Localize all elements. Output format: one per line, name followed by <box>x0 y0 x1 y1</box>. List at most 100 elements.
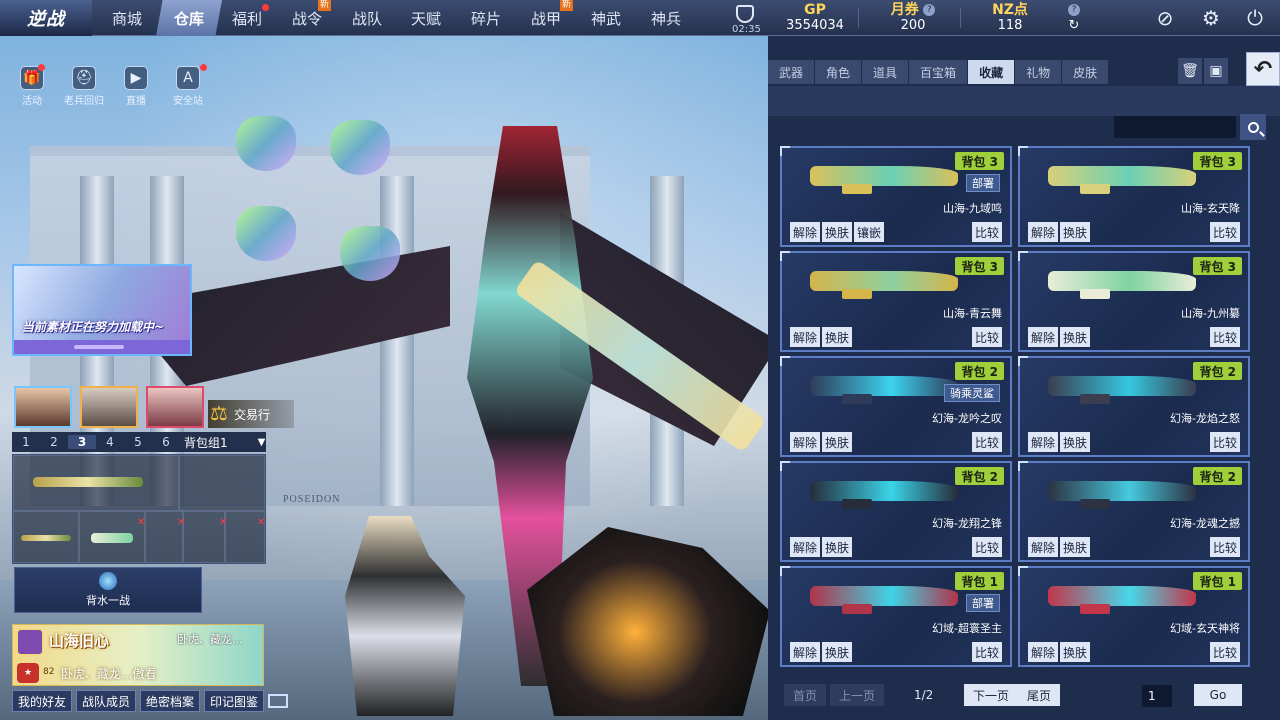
unequip-button[interactable]: 解除 <box>1028 432 1059 452</box>
unequip-button[interactable]: 解除 <box>1028 327 1059 347</box>
tab-favorites[interactable]: 收藏 <box>968 60 1016 84</box>
change-skin-button[interactable]: 换肤 <box>822 537 853 557</box>
change-skin-button[interactable]: 换肤 <box>822 642 853 662</box>
display-icon[interactable]: ▣ <box>1204 58 1228 84</box>
weapon-card[interactable]: 背包 3 部署 山海-九域鸣 解除 换肤 镶嵌 比较 <box>780 146 1012 247</box>
chevron-down-icon[interactable]: ▼ <box>258 437 266 448</box>
remove-icon[interactable]: ✕ <box>219 517 227 528</box>
power-icon[interactable]: ⏻ <box>1242 5 1268 31</box>
change-skin-button[interactable]: 换肤 <box>1060 537 1091 557</box>
unequip-button[interactable]: 解除 <box>1028 537 1059 557</box>
game-mode-button[interactable]: 背水一战 <box>14 567 202 613</box>
compare-button[interactable]: 比较 <box>971 537 1002 557</box>
deploy-tag[interactable]: 部署 <box>966 594 1000 612</box>
deploy-tag[interactable]: 部署 <box>966 174 1000 192</box>
satellite-icon[interactable]: ⊘ <box>1152 5 1178 31</box>
unequip-button[interactable]: 解除 <box>790 327 821 347</box>
change-skin-button[interactable]: 换肤 <box>1060 642 1091 662</box>
search-button[interactable] <box>1240 114 1266 140</box>
quick-link-safety-station[interactable]: A 安全站 <box>166 66 210 107</box>
prev-page-button[interactable]: 上一页 <box>830 684 885 706</box>
change-skin-button[interactable]: 换肤 <box>822 432 853 452</box>
mail-icon[interactable] <box>268 694 289 708</box>
change-skin-button[interactable]: 换肤 <box>1060 432 1091 452</box>
change-skin-button[interactable]: 换肤 <box>1060 222 1091 242</box>
weapon-card[interactable]: 背包 2 骑乘灵鲨 幻海-龙吟之叹 解除 换肤 比较 <box>780 356 1012 457</box>
weapon-card[interactable]: 背包 3 山海-九州纂 解除 换肤 比较 <box>1018 251 1250 352</box>
unequip-button[interactable]: 解除 <box>790 432 821 452</box>
weapon-card[interactable]: 背包 2 幻海-龙翔之锋 解除 换肤 比较 <box>780 461 1012 562</box>
pack-number[interactable]: 6 <box>152 435 180 449</box>
pack-number[interactable]: 4 <box>96 435 124 449</box>
page-number-input[interactable]: 1 <box>1142 685 1172 707</box>
pack-number[interactable]: 1 <box>12 435 40 449</box>
first-page-button[interactable]: 首页 <box>784 684 827 706</box>
pack-number-selected[interactable]: 3 <box>68 435 96 449</box>
change-skin-button[interactable]: 换肤 <box>822 222 853 242</box>
compare-button[interactable]: 比较 <box>971 432 1002 452</box>
unequip-button[interactable]: 解除 <box>790 537 821 557</box>
weapon-card[interactable]: 背包 3 山海-玄天降 解除 换肤 比较 <box>1018 146 1250 247</box>
character-avatar[interactable] <box>146 386 204 428</box>
weapon-card[interactable]: 背包 1 部署 幻域-超寰圣主 解除 换肤 比较 <box>780 566 1012 667</box>
weapon-card[interactable]: 背包 1 幻域-玄天神将 解除 换肤 比较 <box>1018 566 1250 667</box>
tab-gifts[interactable]: 礼物 <box>1015 60 1063 84</box>
inlay-button[interactable]: 镶嵌 <box>854 222 885 242</box>
clan-card[interactable]: 山海旧心 卧虎、藏龙... ★ 82 卧虎、藏龙...傲看 <box>12 624 264 686</box>
unequip-button[interactable]: 解除 <box>790 222 821 242</box>
quick-link-live[interactable]: ▶ 直播 <box>114 66 158 107</box>
unequip-button[interactable]: 解除 <box>1028 642 1059 662</box>
nav-tab-divine-weapon[interactable]: 神武 <box>576 0 636 36</box>
weapon-card[interactable]: 背包 2 幻海-龙魂之撼 解除 换肤 比较 <box>1018 461 1250 562</box>
nav-tab-warehouse[interactable]: 仓库 <box>156 0 222 36</box>
nav-tab-team[interactable]: 战队 <box>338 0 396 36</box>
compare-button[interactable]: 比较 <box>971 222 1002 242</box>
trading-house-button[interactable]: ⚖ 交易行 <box>208 400 294 428</box>
gear-icon[interactable]: ⚙ <box>1198 5 1224 31</box>
event-banner[interactable]: 当前素材正在努力加载中~ <box>12 264 192 356</box>
go-button[interactable]: Go <box>1194 684 1242 706</box>
tab-weapons[interactable]: 武器 <box>768 60 816 84</box>
nav-tab-fragments[interactable]: 碎片 <box>456 0 516 36</box>
friends-button[interactable]: 我的好友 <box>12 690 73 712</box>
last-page-button[interactable]: 尾页 <box>1018 684 1061 706</box>
help-icon[interactable]: ? <box>923 4 936 16</box>
mark-catalog-button[interactable]: 印记图鉴 <box>204 690 265 712</box>
next-page-button[interactable]: 下一页 <box>964 684 1019 706</box>
security-shield-icon[interactable] <box>736 5 754 23</box>
tab-skins[interactable]: 皮肤 <box>1062 60 1110 84</box>
deploy-tag[interactable]: 骑乘灵鲨 <box>944 384 1000 402</box>
trash-icon[interactable]: 🗑 <box>1178 58 1202 84</box>
back-button[interactable]: ↶ <box>1246 52 1280 86</box>
compare-button[interactable]: 比较 <box>971 642 1002 662</box>
remove-icon[interactable]: ✕ <box>177 517 185 528</box>
quick-link-veteran-return[interactable]: ⛑ 老兵回归 <box>62 66 106 107</box>
secondary-weapon-slot[interactable] <box>179 455 265 511</box>
tab-characters[interactable]: 角色 <box>815 60 863 84</box>
change-skin-button[interactable]: 换肤 <box>1060 327 1091 347</box>
compare-button[interactable]: 比较 <box>1209 432 1240 452</box>
compare-button[interactable]: 比较 <box>1209 642 1240 662</box>
help-icon[interactable]: ? <box>1068 4 1080 16</box>
compare-button[interactable]: 比较 <box>1209 537 1240 557</box>
compare-button[interactable]: 比较 <box>1209 222 1240 242</box>
change-skin-button[interactable]: 换肤 <box>822 327 853 347</box>
team-members-button[interactable]: 战队成员 <box>76 690 137 712</box>
pack-group-dropdown[interactable]: 背包组1 <box>184 434 228 451</box>
character-avatar[interactable] <box>14 386 72 428</box>
character-avatar[interactable] <box>80 386 138 428</box>
tab-props[interactable]: 道具 <box>862 60 910 84</box>
quick-link-events[interactable]: 🎁 活动 <box>10 66 54 107</box>
nav-tab-talent[interactable]: 天赋 <box>396 0 456 36</box>
remove-icon[interactable]: ✕ <box>257 517 265 528</box>
nav-tab-shop[interactable]: 商城 <box>96 0 158 36</box>
unequip-button[interactable]: 解除 <box>1028 222 1059 242</box>
remove-icon[interactable]: ✕ <box>137 517 145 528</box>
unequip-button[interactable]: 解除 <box>790 642 821 662</box>
nav-tab-divine-arms[interactable]: 神兵 <box>636 0 696 36</box>
weapon-card[interactable]: 背包 2 幻海-龙焰之怒 解除 换肤 比较 <box>1018 356 1250 457</box>
compare-button[interactable]: 比较 <box>971 327 1002 347</box>
pack-number[interactable]: 2 <box>40 435 68 449</box>
search-input[interactable] <box>1114 116 1236 138</box>
refresh-icon[interactable]: ↻ <box>1064 18 1084 34</box>
